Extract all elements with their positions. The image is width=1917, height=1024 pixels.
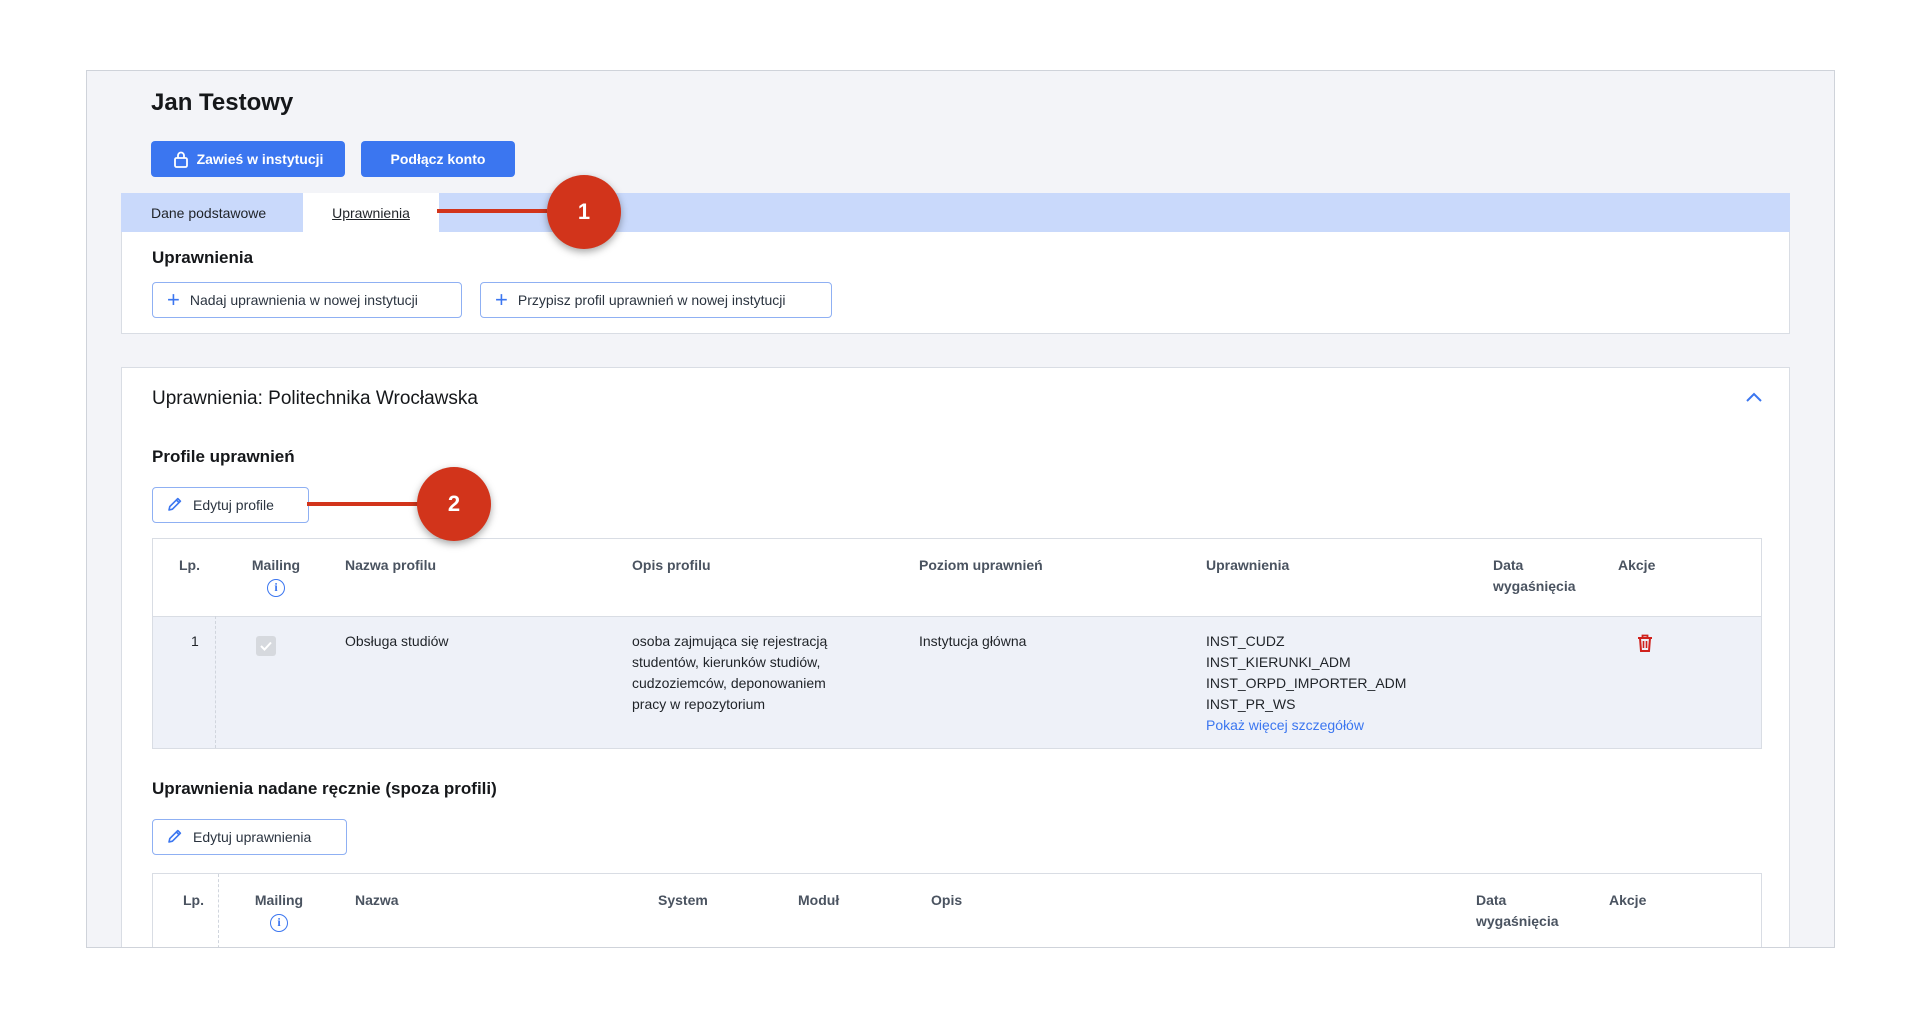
- tab-bar: Dane podstawowe Uprawnienia: [121, 193, 1790, 232]
- tab-permissions[interactable]: Uprawnienia: [303, 193, 439, 232]
- trash-icon[interactable]: [1637, 634, 1653, 657]
- suspend-label: Zawieś w instytucji: [196, 151, 324, 167]
- column-header-profile-name: Nazwa profilu: [345, 557, 437, 573]
- permission-item: INST_KIERUNKI_ADM: [1206, 654, 1351, 670]
- info-icon[interactable]: i: [270, 913, 288, 932]
- tab-basic-data[interactable]: Dane podstawowe: [151, 193, 291, 232]
- permissions-title: Uprawnienia: [152, 248, 254, 267]
- page-title: Jan Testowy: [151, 89, 294, 116]
- permission-item: INST_CUDZ: [1206, 633, 1285, 649]
- manual-permissions-title: Uprawnienia nadane ręcznie (spoza profil…: [152, 779, 497, 798]
- plus-icon: +: [495, 287, 508, 312]
- edit-permissions-label: Edytuj uprawnienia: [193, 829, 312, 845]
- grant-label: Nadaj uprawnienia w nowej instytucji: [189, 292, 418, 308]
- chevron-up-icon[interactable]: [1745, 390, 1763, 408]
- show-more-details-link[interactable]: Pokaż więcej szczegółów: [1206, 715, 1406, 736]
- profiles-table: Lp. Mailing i Nazwa profilu Opis profilu…: [152, 538, 1762, 749]
- column-header-actions: Akcje: [1609, 892, 1647, 908]
- row-number: 1: [191, 633, 199, 649]
- lock-icon: [173, 150, 189, 168]
- column-header-system: System: [658, 892, 708, 908]
- permission-item: INST_ORPD_IMPORTER_ADM: [1206, 675, 1407, 691]
- profile-description: osoba zajmująca się rejestracją studentó…: [632, 633, 828, 712]
- pencil-icon: [167, 496, 183, 515]
- annotation-marker-1: 1: [547, 175, 621, 249]
- edit-profiles-button[interactable]: Edytuj profile: [152, 487, 309, 523]
- column-header-module: Moduł: [798, 892, 840, 908]
- annotation-line-1: [437, 209, 547, 213]
- profiles-title: Profile uprawnień: [152, 447, 295, 466]
- institution-title: Uprawnienia: Politechnika Wrocławska: [152, 388, 478, 409]
- info-icon[interactable]: i: [267, 578, 285, 597]
- column-header-description: Opis: [931, 892, 963, 908]
- column-header-permissions: Uprawnienia: [1206, 557, 1290, 573]
- institution-permissions-card: Uprawnienia: Politechnika Wrocławska Pro…: [121, 367, 1790, 947]
- permissions-card: Uprawnienia + Nadaj uprawnienia w nowej …: [121, 232, 1790, 334]
- column-header-permission-level: Poziom uprawnień: [919, 557, 1043, 573]
- mailing-checkbox[interactable]: [256, 636, 276, 656]
- assign-profile-new-institution-button[interactable]: + Przypisz profil uprawnień w nowej inst…: [480, 282, 832, 318]
- manual-permissions-table: Lp. Mailing i Nazwa System Moduł Opis Da…: [152, 873, 1762, 947]
- column-header-profile-description: Opis profilu: [632, 557, 711, 573]
- column-header-name: Nazwa: [355, 892, 399, 908]
- plus-icon: +: [167, 287, 180, 312]
- assign-label: Przypisz profil uprawnień w nowej instyt…: [517, 292, 786, 308]
- pencil-icon: [167, 828, 183, 847]
- column-header-lp: Lp.: [179, 557, 200, 573]
- annotation-line-2: [307, 502, 419, 506]
- column-header-mailing: Mailing i: [249, 890, 309, 932]
- edit-profiles-label: Edytuj profile: [193, 497, 274, 513]
- permissions-list: INST_CUDZ INST_KIERUNKI_ADM INST_ORPD_IM…: [1206, 631, 1406, 736]
- profile-name: Obsługa studiów: [345, 633, 449, 649]
- column-header-actions: Akcje: [1618, 557, 1656, 573]
- column-header-expiry-date: Data wygaśnięcia: [1493, 557, 1576, 594]
- connect-account-button[interactable]: Podłącz konto: [361, 141, 515, 177]
- column-header-lp: Lp.: [183, 892, 204, 908]
- main-panel: Jan Testowy Zawieś w instytucji Podłącz …: [86, 70, 1835, 948]
- column-header-expiry-date: Data wygaśnięcia: [1476, 892, 1559, 929]
- grant-permissions-new-institution-button[interactable]: + Nadaj uprawnienia w nowej instytucji: [152, 282, 462, 318]
- column-header-mailing: Mailing i: [246, 555, 306, 597]
- edit-permissions-button[interactable]: Edytuj uprawnienia: [152, 819, 347, 855]
- permission-level: Instytucja główna: [919, 633, 1027, 649]
- permission-item: INST_PR_WS: [1206, 696, 1296, 712]
- annotation-marker-2: 2: [417, 467, 491, 541]
- suspend-in-institution-button[interactable]: Zawieś w instytucji: [151, 141, 345, 177]
